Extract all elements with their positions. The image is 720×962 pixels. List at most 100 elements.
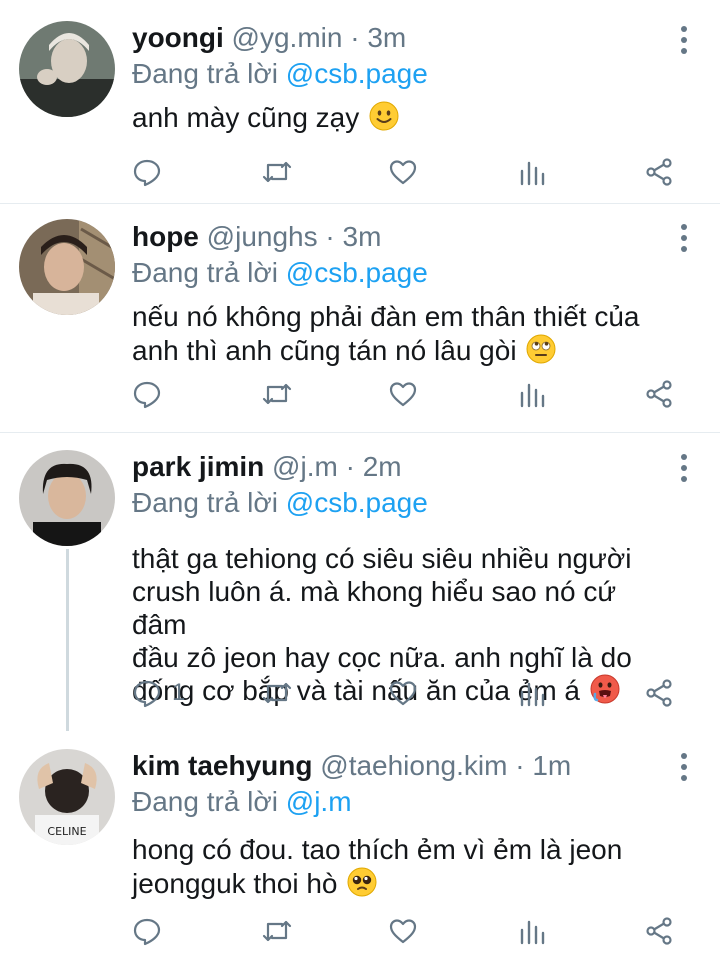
thread-connector xyxy=(66,549,69,731)
tweet-text-line: crush luôn á. mà khong hiểu sao nó cứ đâ… xyxy=(132,576,617,640)
reply-button[interactable] xyxy=(132,914,172,948)
tweet-text-line: thật ga tehiong có siêu siêu nhiều người xyxy=(132,543,632,574)
username[interactable]: @taehiong.kim xyxy=(320,750,507,781)
separator-dot: · xyxy=(325,221,335,252)
username[interactable]: @yg.min xyxy=(232,22,343,53)
avatar[interactable]: CELINE xyxy=(19,749,115,845)
analytics-button[interactable] xyxy=(518,377,546,411)
display-name[interactable]: kim taehyung xyxy=(132,750,312,781)
retweet-button[interactable] xyxy=(260,377,294,411)
slightly-smiling-face-emoji-icon xyxy=(369,101,399,131)
analytics-icon xyxy=(520,920,545,945)
timestamp[interactable]: 3m xyxy=(367,22,406,53)
more-options-icon[interactable] xyxy=(680,224,688,252)
replying-to: Đang trả lời @csb.page xyxy=(132,57,660,91)
share-button[interactable] xyxy=(644,914,674,948)
avatar[interactable] xyxy=(19,219,115,315)
retweet-button[interactable] xyxy=(260,155,294,189)
analytics-button[interactable] xyxy=(518,155,546,189)
retweet-icon xyxy=(262,682,292,704)
tweet-text-line: anh mày cũng zạy xyxy=(132,102,360,133)
reply-button[interactable] xyxy=(132,377,172,411)
reply-icon xyxy=(133,680,161,708)
analytics-icon xyxy=(520,383,545,408)
replying-to: Đang trả lời @csb.page xyxy=(132,256,660,290)
retweet-icon xyxy=(262,383,292,405)
svg-text:CELINE: CELINE xyxy=(47,825,86,838)
analytics-icon xyxy=(520,161,545,186)
share-icon xyxy=(646,679,672,707)
tweet-text-line: jeongguk thoi hò xyxy=(132,868,338,899)
more-options-icon[interactable] xyxy=(680,753,688,781)
tweet-text: nếu nó không phải đàn em thân thiết của … xyxy=(132,300,660,368)
mention-link[interactable]: @csb.page xyxy=(286,257,428,288)
tweet-actions xyxy=(132,377,692,411)
analytics-icon xyxy=(520,682,545,707)
reply-button[interactable]: 1 xyxy=(132,676,185,710)
timestamp[interactable]: 3m xyxy=(343,221,382,252)
tweet[interactable]: park jimin @j.m · 2m Đang trả lời @csb.p… xyxy=(0,433,720,731)
like-button[interactable] xyxy=(388,377,418,411)
replying-prefix: Đang trả lời xyxy=(132,58,278,89)
username[interactable]: @j.m xyxy=(272,451,338,482)
separator-dot: · xyxy=(345,451,355,482)
reply-button[interactable] xyxy=(132,155,172,189)
replying-prefix: Đang trả lời xyxy=(132,487,278,518)
tweet-header: hope @junghs · 3m xyxy=(132,218,660,256)
timestamp[interactable]: 2m xyxy=(363,451,402,482)
like-button[interactable] xyxy=(388,676,418,710)
tweet[interactable]: yoongi @yg.min · 3m Đang trả lời @csb.pa… xyxy=(0,0,720,204)
like-icon xyxy=(389,382,417,407)
tweet-actions: 1 xyxy=(132,676,692,710)
tweet-text-line: nếu nó không phải đàn em thân thiết của xyxy=(132,301,640,332)
mention-link[interactable]: @csb.page xyxy=(286,58,428,89)
tweet-text: hong có đou. tao thích ẻm vì ẻm là jeon … xyxy=(132,833,660,901)
share-button[interactable] xyxy=(644,377,674,411)
pleading-face-emoji-icon xyxy=(347,867,377,897)
avatar[interactable] xyxy=(19,450,115,546)
retweet-button[interactable] xyxy=(260,914,294,948)
reply-icon xyxy=(133,159,161,187)
mention-link[interactable]: @csb.page xyxy=(286,487,428,518)
share-icon xyxy=(646,380,672,408)
display-name[interactable]: hope xyxy=(132,221,199,252)
tweet[interactable]: hope @junghs · 3m Đang trả lời @csb.page… xyxy=(0,204,720,433)
replying-to: Đang trả lời @csb.page xyxy=(132,486,660,520)
separator-dot: · xyxy=(515,750,525,781)
like-icon xyxy=(389,919,417,944)
like-button[interactable] xyxy=(388,914,418,948)
tweet[interactable]: CELINE kim taehyung @taehiong.kim · 1m Đ… xyxy=(0,731,720,962)
mention-link[interactable]: @j.m xyxy=(286,786,352,817)
like-icon xyxy=(389,160,417,185)
share-icon xyxy=(646,158,672,186)
display-name[interactable]: yoongi xyxy=(132,22,224,53)
retweet-button[interactable] xyxy=(260,676,294,710)
replying-to: Đang trả lời @j.m xyxy=(132,785,660,819)
separator-dot: · xyxy=(350,22,360,53)
username[interactable]: @junghs xyxy=(207,221,318,252)
reply-icon xyxy=(133,381,161,409)
replying-prefix: Đang trả lời xyxy=(132,257,278,288)
tweet-text-line: đầu zô jeon hay cọc nữa. anh nghĩ là do xyxy=(132,642,632,673)
more-options-icon[interactable] xyxy=(680,26,688,54)
retweet-icon xyxy=(262,920,292,942)
avatar[interactable] xyxy=(19,21,115,117)
analytics-button[interactable] xyxy=(518,676,546,710)
retweet-icon xyxy=(262,161,292,183)
replies-timeline: yoongi @yg.min · 3m Đang trả lời @csb.pa… xyxy=(0,0,720,960)
tweet-header: yoongi @yg.min · 3m xyxy=(132,19,660,57)
tweet-text-line: anh thì anh cũng tán nó lâu gòi xyxy=(132,335,517,366)
share-icon xyxy=(646,917,672,945)
share-button[interactable] xyxy=(644,155,674,189)
analytics-button[interactable] xyxy=(518,914,546,948)
display-name[interactable]: park jimin xyxy=(132,451,264,482)
share-button[interactable] xyxy=(644,676,674,710)
tweet-text: anh mày cũng zạy xyxy=(132,101,660,135)
more-options-icon[interactable] xyxy=(680,454,688,482)
tweet-actions xyxy=(132,155,692,189)
like-icon xyxy=(389,681,417,706)
replying-prefix: Đang trả lời xyxy=(132,786,278,817)
reply-icon xyxy=(133,918,161,946)
like-button[interactable] xyxy=(388,155,418,189)
timestamp[interactable]: 1m xyxy=(532,750,571,781)
